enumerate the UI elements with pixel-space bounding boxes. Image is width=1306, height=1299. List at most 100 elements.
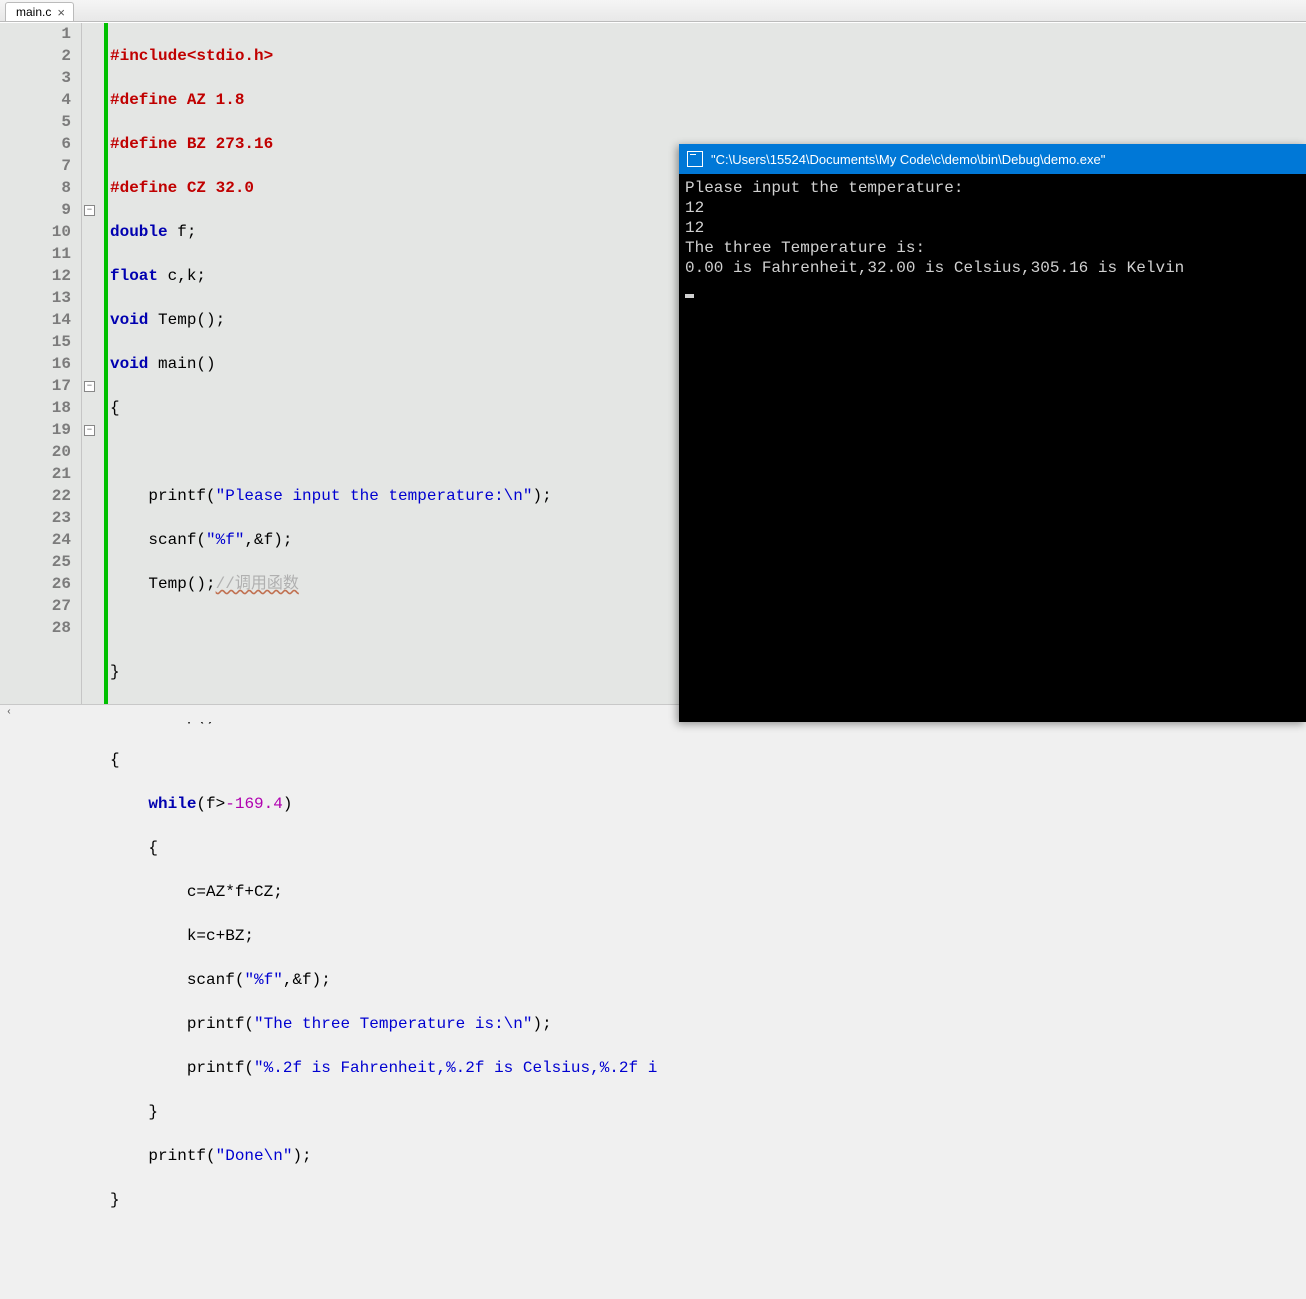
number: -169.4 [225, 795, 283, 813]
punct: ); [532, 1015, 551, 1033]
line-number: 28 [0, 617, 71, 639]
line-number: 6 [0, 133, 71, 155]
string: "The three Temperature is:\n" [254, 1015, 532, 1033]
function: printf [187, 1059, 245, 1077]
scroll-left-button[interactable]: ‹ [0, 705, 18, 723]
punct: (); [196, 311, 225, 329]
line-number: 4 [0, 89, 71, 111]
line-number: 13 [0, 287, 71, 309]
brace: { [148, 839, 158, 857]
function: scanf [148, 531, 196, 549]
line-number: 22 [0, 485, 71, 507]
tab-label: main.c [16, 5, 51, 19]
tab-main-c[interactable]: main.c × [5, 2, 74, 21]
console-title: "C:\Users\15524\Documents\My Code\c\demo… [711, 152, 1105, 167]
string: "Please input the temperature:\n" [216, 487, 533, 505]
function: printf [148, 1147, 206, 1165]
brace: } [148, 1103, 158, 1121]
preprocessor: #define AZ 1.8 [110, 91, 244, 109]
preprocessor: #include<stdio.h> [110, 47, 273, 65]
line-number: 15 [0, 331, 71, 353]
rest: ,&f); [244, 531, 292, 549]
preprocessor: #define CZ 32.0 [110, 179, 254, 197]
line-number: 1 [0, 23, 71, 45]
line-number: 11 [0, 243, 71, 265]
horizontal-scrollbar[interactable]: ‹ [0, 704, 679, 722]
console-line: 12 [685, 218, 1300, 238]
identifier: c,k; [168, 267, 206, 285]
line-number: 5 [0, 111, 71, 133]
punct: ( [196, 795, 206, 813]
close-icon[interactable]: × [57, 6, 65, 19]
line-number: 18 [0, 397, 71, 419]
line-number: 10 [0, 221, 71, 243]
keyword: while [148, 795, 196, 813]
punct: ( [206, 1147, 216, 1165]
comment: //调用函数 [216, 575, 299, 593]
console-window[interactable]: "C:\Users\15524\Documents\My Code\c\demo… [679, 144, 1306, 722]
punct: () [196, 355, 215, 373]
line-number: 14 [0, 309, 71, 331]
function: printf [148, 487, 206, 505]
line-number: 23 [0, 507, 71, 529]
keyword: float [110, 267, 168, 285]
function: main [158, 355, 196, 373]
punct: ); [292, 1147, 311, 1165]
line-number: 20 [0, 441, 71, 463]
statement: k=c+BZ; [187, 927, 254, 945]
string: "%f" [244, 971, 282, 989]
brace: } [110, 1191, 120, 1209]
cursor [685, 294, 694, 298]
line-number: 19 [0, 419, 71, 441]
punct: ( [244, 1015, 254, 1033]
line-number: 12 [0, 265, 71, 287]
line-number: 8 [0, 177, 71, 199]
preprocessor: #define BZ 273.16 [110, 135, 273, 153]
punct: (); [187, 575, 216, 593]
brace: { [110, 751, 120, 769]
line-number: 16 [0, 353, 71, 375]
terminal-icon [687, 151, 703, 167]
punct: ( [196, 531, 206, 549]
rest: ,&f); [283, 971, 331, 989]
string: "Done\n" [216, 1147, 293, 1165]
fold-toggle[interactable]: − [84, 205, 95, 216]
keyword: double [110, 223, 177, 241]
line-number: 26 [0, 573, 71, 595]
punct: ( [206, 487, 216, 505]
console-line: The three Temperature is: [685, 238, 1300, 258]
console-titlebar[interactable]: "C:\Users\15524\Documents\My Code\c\demo… [679, 144, 1306, 174]
line-number: 24 [0, 529, 71, 551]
string: "%f" [206, 531, 244, 549]
line-number: 3 [0, 67, 71, 89]
console-line: Please input the temperature: [685, 178, 1300, 198]
line-number: 27 [0, 595, 71, 617]
keyword: void [110, 311, 158, 329]
brace: { [110, 399, 120, 417]
fold-toggle[interactable]: − [84, 425, 95, 436]
line-number: 7 [0, 155, 71, 177]
line-number: 2 [0, 45, 71, 67]
function: scanf [187, 971, 235, 989]
fold-margin: − − − [82, 23, 104, 704]
line-number: 17 [0, 375, 71, 397]
line-number: 25 [0, 551, 71, 573]
punct: ) [283, 795, 293, 813]
line-number: 21 [0, 463, 71, 485]
punct: ( [235, 971, 245, 989]
line-number: 9 [0, 199, 71, 221]
brace: } [110, 663, 120, 681]
statement: c=AZ*f+CZ; [187, 883, 283, 901]
punct: ( [244, 1059, 254, 1077]
keyword: void [110, 355, 158, 373]
function: Temp [148, 575, 186, 593]
fold-toggle[interactable]: − [84, 381, 95, 392]
identifier: f> [206, 795, 225, 813]
string: "%.2f is Fahrenheit,%.2f is Celsius,%.2f… [254, 1059, 657, 1077]
function: Temp [158, 311, 196, 329]
console-output[interactable]: Please input the temperature:1212The thr… [679, 174, 1306, 302]
tab-bar: main.c × [0, 0, 1306, 22]
identifier: f; [177, 223, 196, 241]
function: printf [187, 1015, 245, 1033]
punct: ); [532, 487, 551, 505]
